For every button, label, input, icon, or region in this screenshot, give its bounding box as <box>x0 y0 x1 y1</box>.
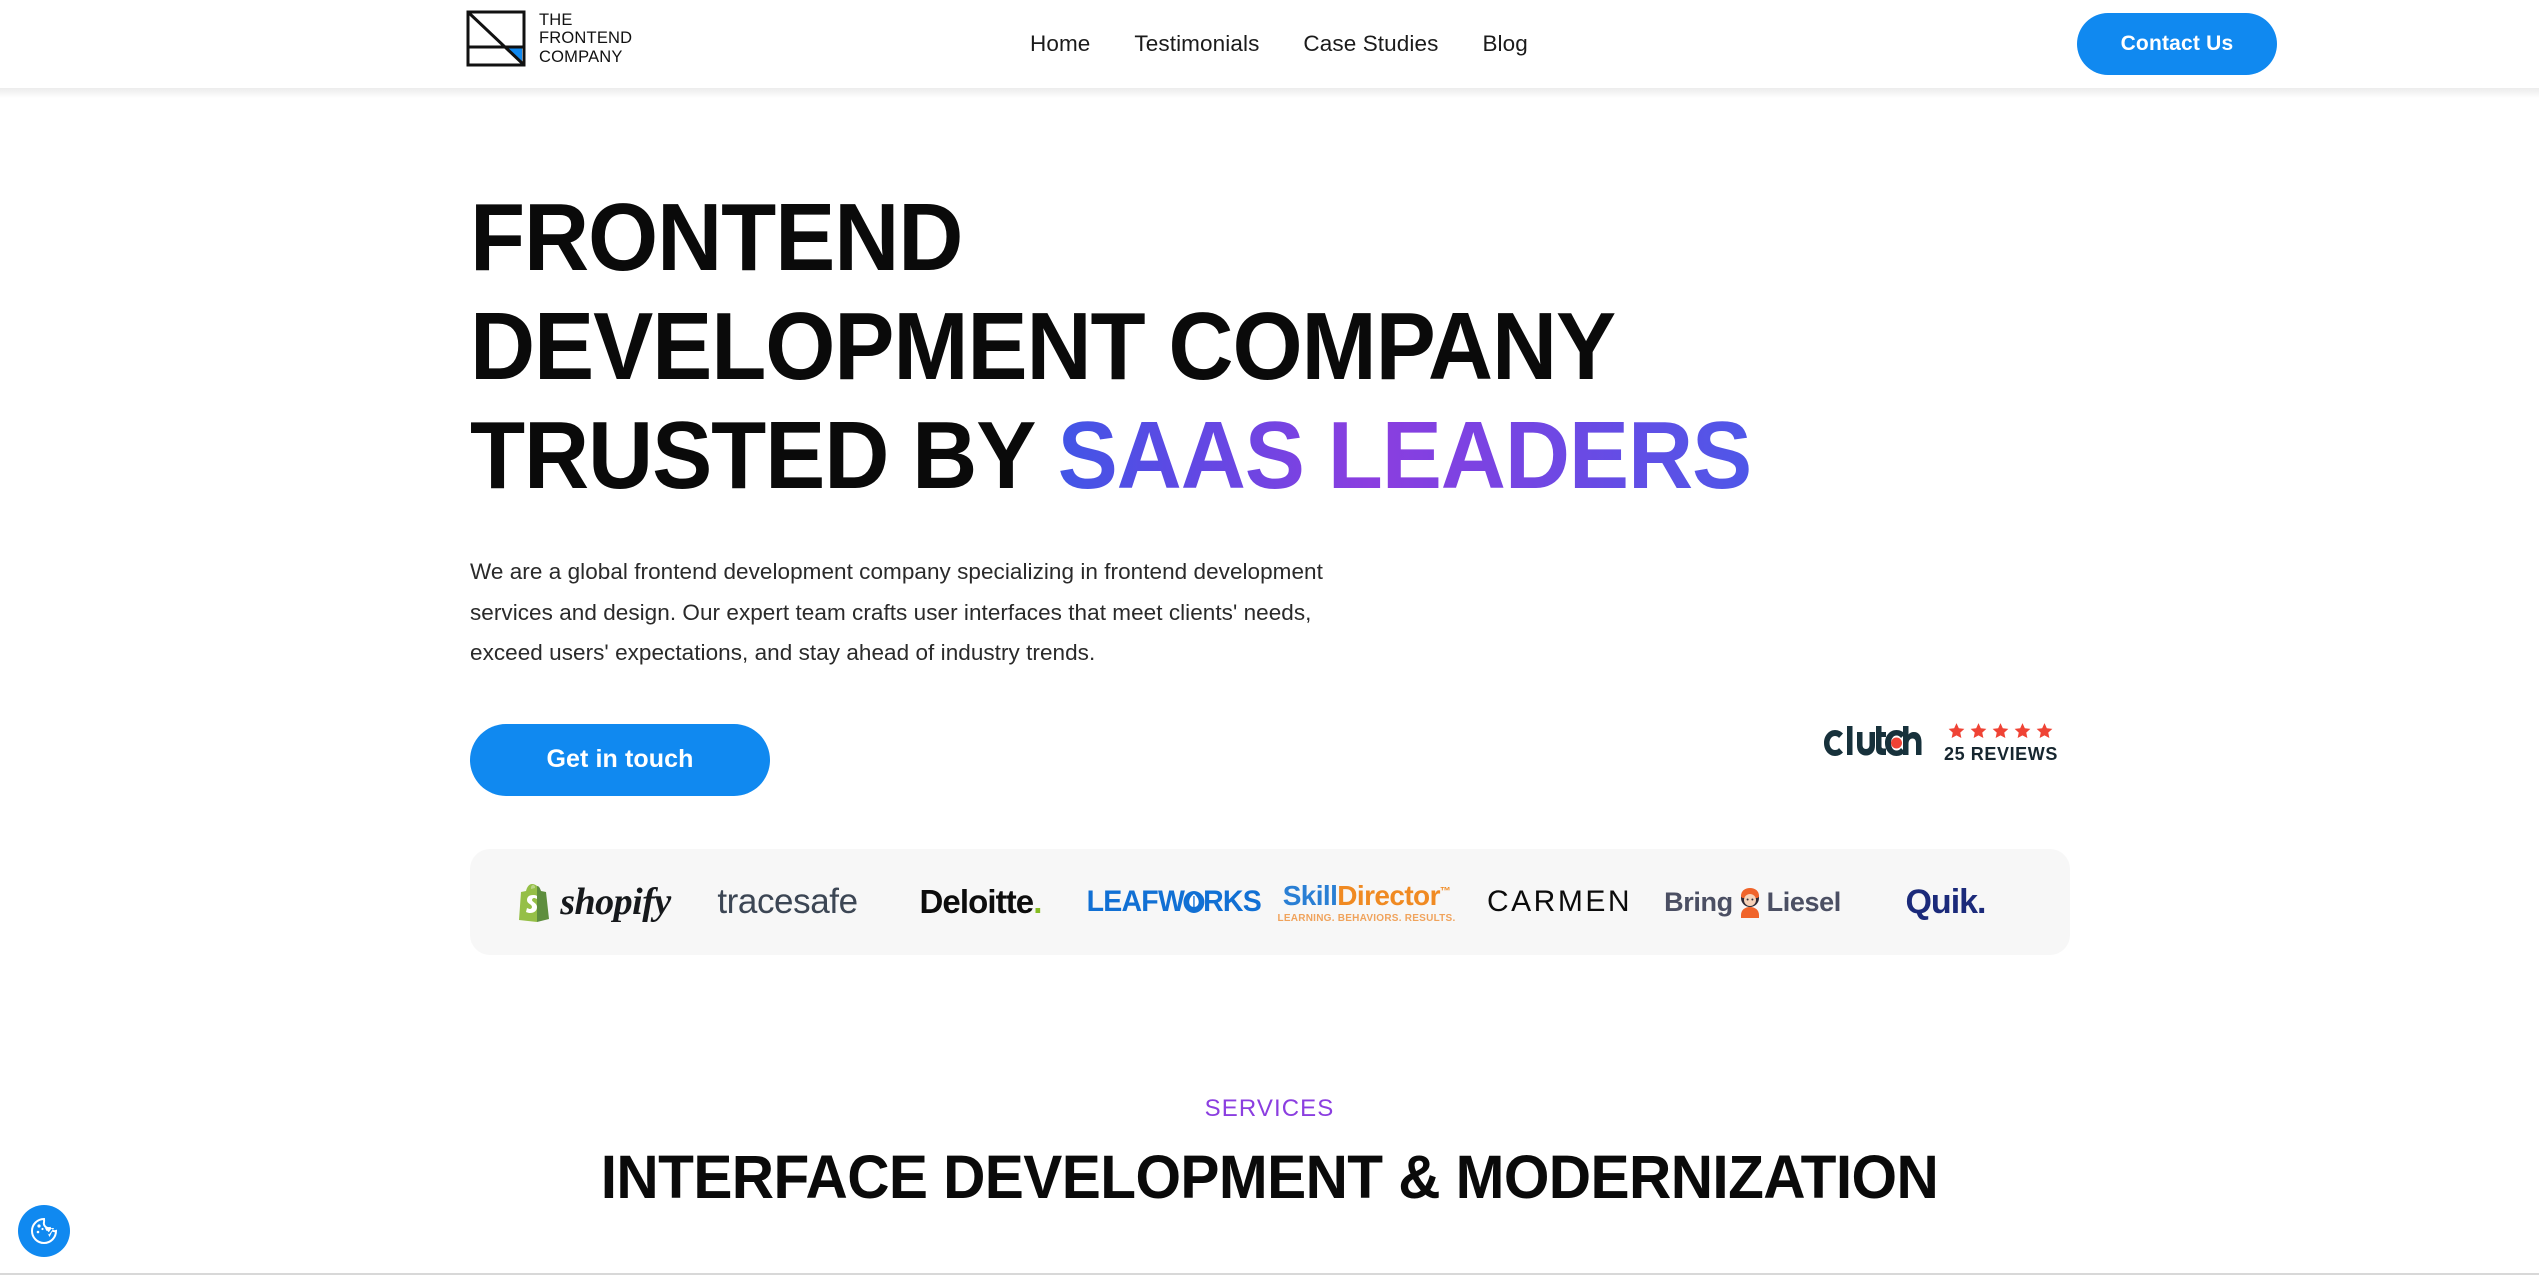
carmen-wordmark: CARMEN <box>1486 885 1632 918</box>
leaf-icon <box>1182 891 1204 913</box>
hero-description: We are a global frontend development com… <box>470 559 1323 665</box>
deloitte-dot: . <box>1033 883 1042 920</box>
brand-logo-link[interactable]: THE FRONTEND COMPANY <box>466 10 632 67</box>
clutch-logo-icon <box>1823 726 1922 756</box>
shopify-wordmark: shopify <box>560 881 671 923</box>
star-icon <box>2015 722 2031 738</box>
nav-item-case-studies[interactable]: Case Studies <box>1303 31 1438 57</box>
star-icon <box>2037 722 2053 738</box>
liesel-character-icon <box>1740 888 1759 918</box>
client-logo-quik: Quik. <box>1849 849 2042 955</box>
client-logo-carmen: CARMEN <box>1463 849 1656 955</box>
client-logo-bring-liesel: Bring Liesel <box>1656 849 1849 955</box>
star-icon <box>1971 722 1987 738</box>
hero-section: FRONTEND DEVELOPMENT COMPANY TRUSTED BY … <box>0 88 2539 796</box>
frontend-company-mark-icon <box>466 10 526 67</box>
tracesafe-wordmark: tracesafe <box>717 882 858 921</box>
client-logo-deloitte: Deloitte. <box>884 849 1077 955</box>
headline-line-2: DEVELOPMENT COMPANY <box>470 293 1616 400</box>
star-icon <box>1993 722 2009 738</box>
accessibility-widget-button[interactable] <box>18 1205 70 1257</box>
bringliesel-wordmark-b: Liesel <box>1766 886 1842 917</box>
contact-us-button[interactable]: Contact Us <box>2077 13 2277 75</box>
nav-item-blog[interactable]: Blog <box>1482 31 1527 57</box>
deloitte-wordmark: Deloitte <box>919 883 1034 920</box>
nav-item-testimonials[interactable]: Testimonials <box>1134 31 1259 57</box>
clutch-rating-badge[interactable]: 25 REVIEWS <box>1816 722 2058 765</box>
brand-name-text: THE FRONTEND COMPANY <box>539 10 633 66</box>
bringliesel-wordmark-a: Bring <box>1664 886 1733 917</box>
star-icon <box>1949 722 1965 738</box>
accessibility-cookie-icon <box>31 1217 58 1244</box>
client-logo-leafworks: LEAFW RKS <box>1077 849 1270 955</box>
client-logo-strip: shopify tracesafe Deloitte. LEAFW RKS Sk… <box>470 849 2070 955</box>
shopify-bag-icon <box>519 884 550 922</box>
get-in-touch-button[interactable]: Get in touch <box>470 723 770 796</box>
clutch-reviews-count: 25 REVIEWS <box>1943 743 2058 764</box>
trademark-symbol: ™ <box>1439 885 1451 898</box>
headline-line-3: TRUSTED BY SAAS LEADERS <box>470 401 1974 510</box>
nav-item-home[interactable]: Home <box>1030 31 1090 57</box>
skilldirector-wordmark-b: Director <box>1337 880 1440 911</box>
services-heading: INTERFACE DEVELOPMENT & MODERNIZATION <box>600 1143 1939 1211</box>
headline-accent-saas-leaders: SAAS LEADERS <box>1057 402 1753 509</box>
services-section: SERVICES INTERFACE DEVELOPMENT & MODERNI… <box>0 1095 2539 1209</box>
skilldirector-tagline: LEARNING. BEHAVIORS. RESULTS. <box>1277 913 1456 924</box>
leafworks-wordmark-a: LEAFW <box>1086 885 1184 918</box>
main-navigation: Home Testimonials Case Studies Blog <box>1030 0 1528 88</box>
clutch-rating-details: 25 REVIEWS <box>1944 722 2058 765</box>
client-logo-skilldirector: SkillDirector™ LEARNING. BEHAVIORS. RESU… <box>1270 849 1463 955</box>
skilldirector-wordmark-a: Skill <box>1282 880 1338 911</box>
site-header: THE FRONTEND COMPANY Home Testimonials C… <box>0 0 2539 88</box>
quik-wordmark: Quik. <box>1905 882 1986 921</box>
client-logo-shopify: shopify <box>498 849 691 955</box>
client-logo-tracesafe: tracesafe <box>691 849 884 955</box>
headline-line-3-prefix: TRUSTED BY <box>470 402 1058 509</box>
leafworks-wordmark-b: RKS <box>1202 885 1262 918</box>
hero-cta-row: Get in touch 25 REVIEWS <box>470 722 2070 796</box>
star-rating <box>1947 722 2054 740</box>
headline-line-1: FRONTEND <box>470 184 963 291</box>
header-divider <box>0 88 2539 98</box>
page-title: FRONTEND DEVELOPMENT COMPANY TRUSTED BY … <box>470 183 1974 510</box>
services-eyebrow-label: SERVICES <box>1204 1095 1335 1122</box>
